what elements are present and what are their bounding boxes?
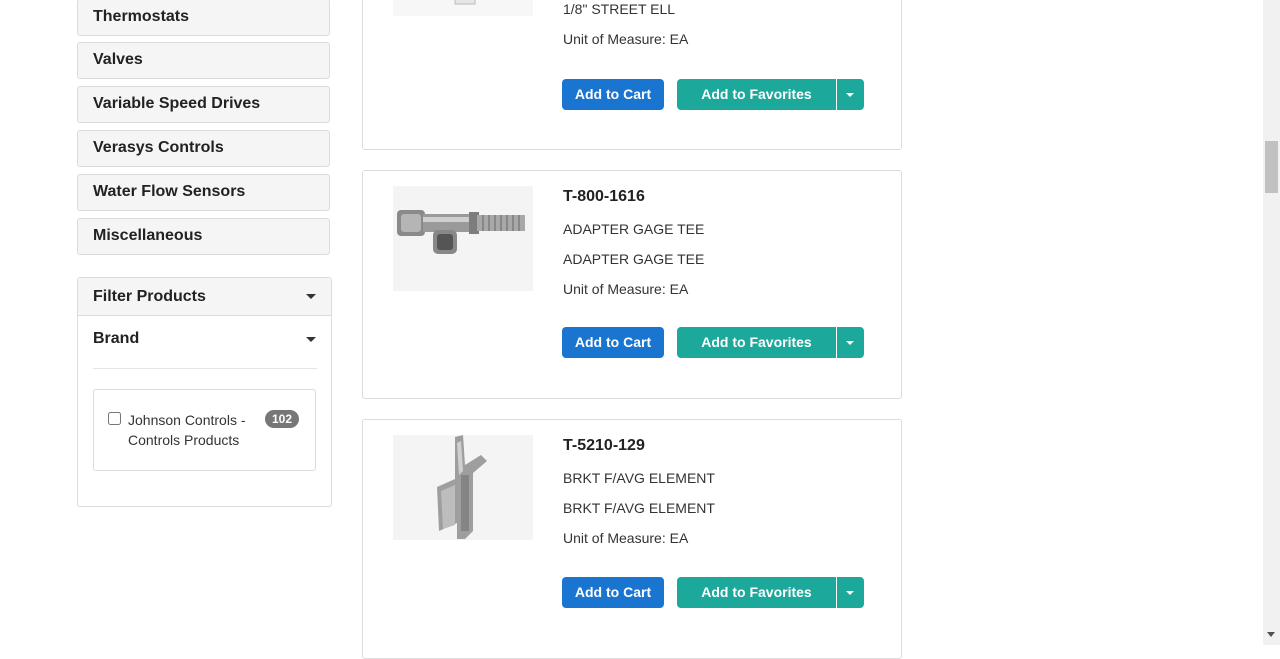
filter-panel: Filter Products Brand Johnson Controls -… bbox=[77, 277, 332, 507]
divider bbox=[93, 368, 317, 369]
product-sku[interactable]: T-800-1616 bbox=[563, 188, 645, 206]
scroll-down-arrow-icon[interactable] bbox=[1267, 632, 1275, 637]
favorites-dropdown-button[interactable] bbox=[837, 327, 864, 358]
caret-down-icon bbox=[846, 591, 854, 595]
count-badge: 102 bbox=[265, 410, 299, 428]
category-label: Verasys Controls bbox=[93, 139, 224, 156]
caret-down-icon bbox=[846, 341, 854, 345]
category-label: Water Flow Sensors bbox=[93, 183, 246, 200]
product-desc-secondary: BRKT F/AVG ELEMENT bbox=[563, 500, 715, 516]
category-verasys-controls[interactable]: Verasys Controls bbox=[77, 130, 330, 167]
caret-down-icon bbox=[306, 294, 316, 299]
product-card: T-5210-129 BRKT F/AVG ELEMENT BRKT F/AVG… bbox=[362, 419, 902, 659]
add-to-favorites-button[interactable]: Add to Favorites bbox=[677, 327, 836, 358]
product-desc-secondary: ADAPTER GAGE TEE bbox=[563, 251, 705, 267]
brand-checkbox[interactable] bbox=[108, 412, 121, 425]
caret-down-icon bbox=[306, 337, 316, 342]
product-desc: BRKT F/AVG ELEMENT bbox=[563, 470, 715, 486]
favorites-dropdown-button[interactable] bbox=[837, 79, 864, 110]
page-scrollbar[interactable] bbox=[1263, 0, 1280, 645]
brand-filter-toggle[interactable]: Brand bbox=[93, 330, 318, 348]
unit-of-measure: Unit of Measure: EA bbox=[563, 281, 689, 297]
category-water-flow-sensors[interactable]: Water Flow Sensors bbox=[77, 174, 330, 211]
street-ell-image bbox=[393, 0, 533, 10]
add-to-cart-button[interactable]: Add to Cart bbox=[562, 79, 664, 110]
product-desc: ADAPTER GAGE TEE bbox=[563, 221, 705, 237]
category-valves[interactable]: Valves bbox=[77, 42, 330, 79]
category-variable-speed-drives[interactable]: Variable Speed Drives bbox=[77, 86, 330, 123]
category-thermostats[interactable]: Thermostats bbox=[77, 0, 330, 36]
product-image[interactable] bbox=[393, 186, 533, 291]
category-label: Miscellaneous bbox=[93, 227, 203, 244]
add-to-favorites-button[interactable]: Add to Favorites bbox=[677, 577, 836, 608]
favorites-dropdown-button[interactable] bbox=[837, 577, 864, 608]
product-card: T-800-1616 ADAPTER GAGE TEE ADAPTER GAGE… bbox=[362, 170, 902, 399]
category-label: Thermostats bbox=[93, 8, 190, 25]
add-to-cart-button[interactable]: Add to Cart bbox=[562, 577, 664, 608]
category-label: Valves bbox=[93, 51, 143, 68]
brand-label[interactable]: Johnson Controls - Controls Products bbox=[128, 410, 258, 450]
adapter-gage-tee-image bbox=[393, 186, 533, 291]
add-to-favorites-button[interactable]: Add to Favorites bbox=[677, 79, 836, 110]
product-image[interactable] bbox=[393, 435, 533, 540]
category-miscellaneous[interactable]: Miscellaneous bbox=[77, 218, 330, 255]
brand-option-box: Johnson Controls - Controls Products 102 bbox=[93, 389, 316, 471]
filter-title: Filter Products bbox=[93, 288, 206, 305]
product-desc: 1/8" STREET ELL bbox=[563, 1, 676, 17]
scrollbar-thumb[interactable] bbox=[1265, 141, 1278, 193]
brand-title: Brand bbox=[93, 330, 140, 347]
product-image[interactable] bbox=[393, 0, 533, 16]
category-label: Variable Speed Drives bbox=[93, 95, 261, 112]
add-to-cart-button[interactable]: Add to Cart bbox=[562, 327, 664, 358]
filter-products-toggle[interactable]: Filter Products bbox=[78, 278, 331, 316]
product-card: 1/8" STREET ELL Unit of Measure: EA Add … bbox=[362, 0, 902, 150]
caret-down-icon bbox=[846, 93, 854, 97]
unit-of-measure: Unit of Measure: EA bbox=[563, 530, 689, 546]
bracket-image bbox=[393, 435, 533, 540]
unit-of-measure: Unit of Measure: EA bbox=[563, 31, 689, 47]
product-sku[interactable]: T-5210-129 bbox=[563, 437, 645, 455]
